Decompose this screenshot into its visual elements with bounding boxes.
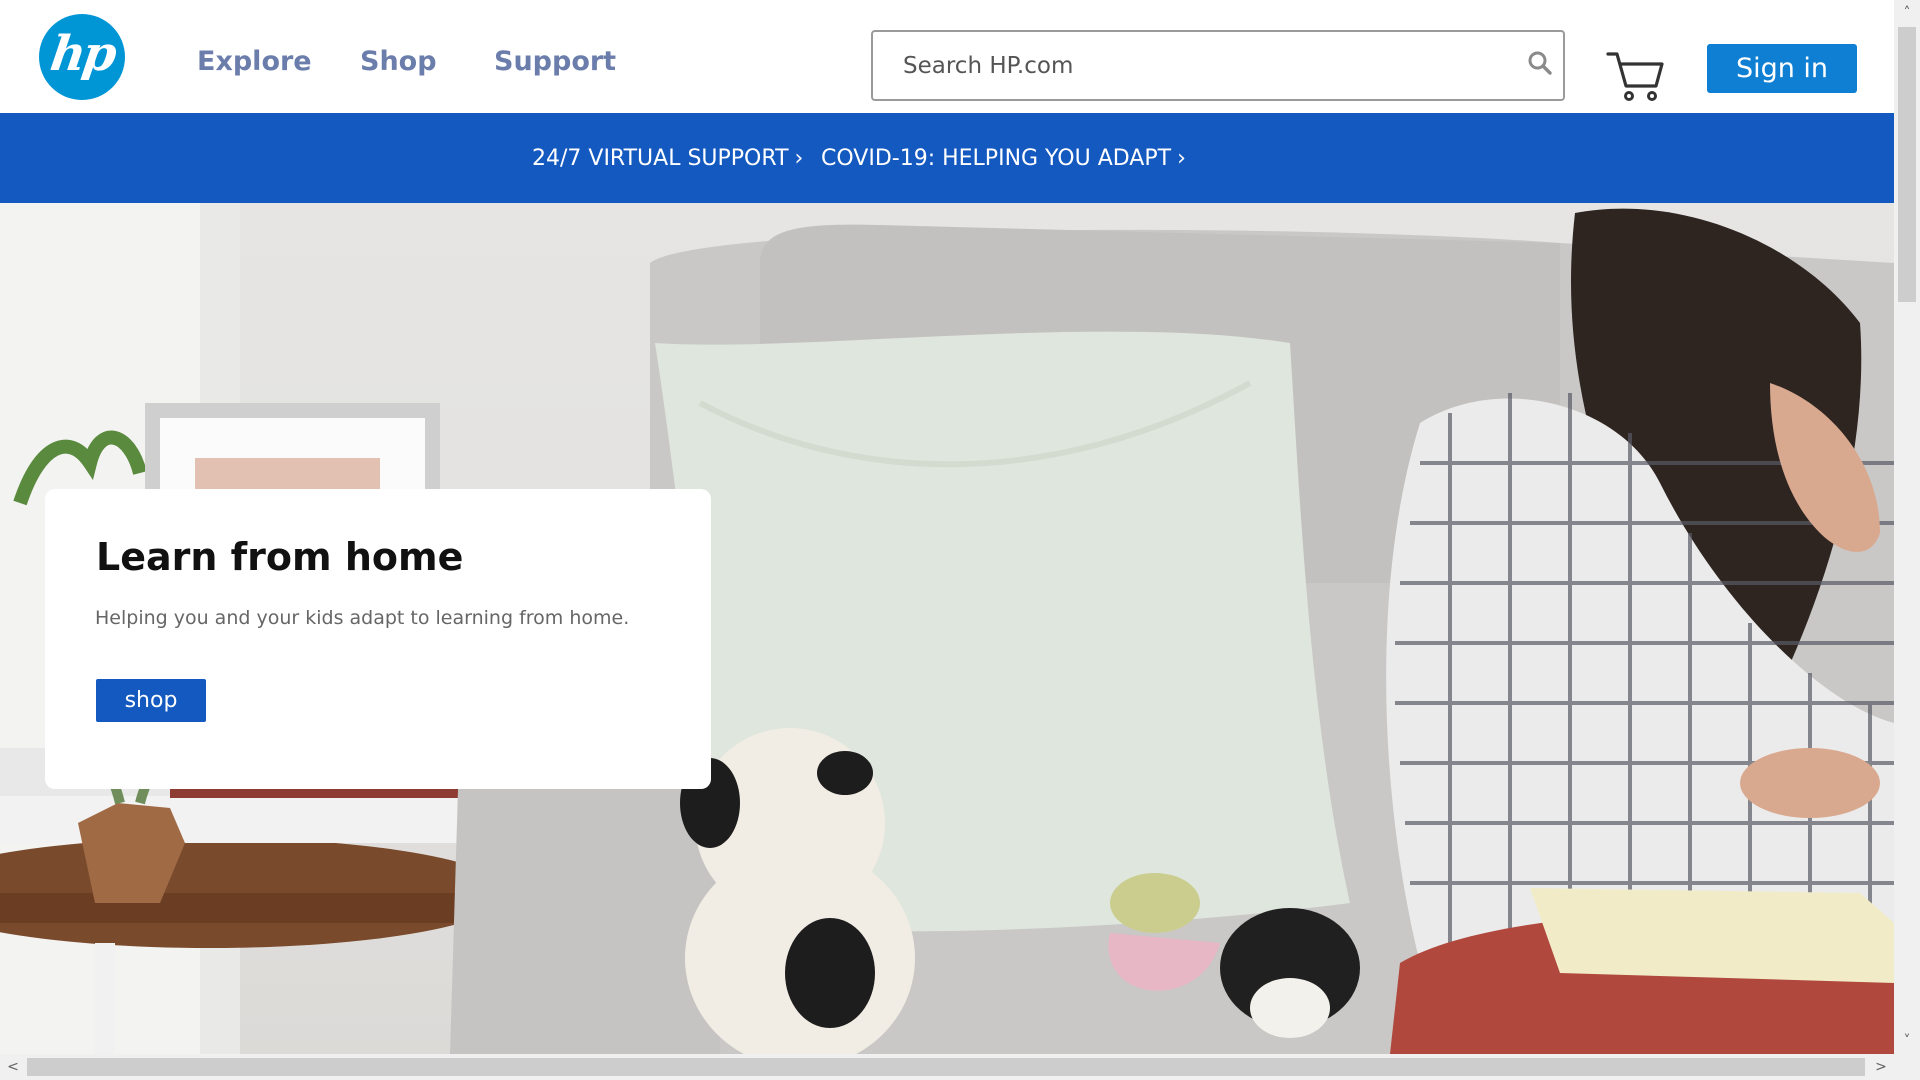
hero-banner: Learn from home Helping you and your kid… <box>0 203 1894 1054</box>
cart-icon[interactable] <box>1606 48 1666 104</box>
nav-support[interactable]: Support <box>494 46 616 77</box>
hero-title: Learn from home <box>96 535 464 579</box>
chevron-right-icon: › <box>794 146 804 171</box>
search-box <box>871 30 1565 101</box>
promo-bar: 24/7 VIRTUAL SUPPORT › COVID-19: HELPING … <box>0 113 1894 203</box>
scroll-left-arrow-icon[interactable]: < <box>0 1054 26 1080</box>
scroll-up-arrow-icon[interactable]: ˄ <box>1894 0 1920 26</box>
sign-in-button[interactable]: Sign in <box>1707 44 1857 93</box>
nav-shop[interactable]: Shop <box>360 46 437 77</box>
hp-logo[interactable]: hp <box>39 14 125 100</box>
promo-link-virtual-support[interactable]: 24/7 VIRTUAL SUPPORT › <box>532 146 803 171</box>
promo-link-covid[interactable]: COVID-19: HELPING YOU ADAPT › <box>821 146 1186 171</box>
hero-subtitle: Helping you and your kids adapt to learn… <box>95 607 630 629</box>
hero-card: Learn from home Helping you and your kid… <box>45 489 711 789</box>
hero-shop-button[interactable]: shop <box>96 679 206 722</box>
horizontal-scroll-thumb[interactable] <box>27 1058 1865 1076</box>
horizontal-scrollbar[interactable]: < > <box>0 1054 1920 1080</box>
scroll-down-arrow-icon[interactable]: ˅ <box>1894 1028 1920 1054</box>
search-icon[interactable] <box>1527 50 1553 76</box>
site-header: hp Explore Shop Support Sign in <box>0 0 1894 113</box>
promo-link-label: COVID-19: HELPING YOU ADAPT <box>821 146 1172 171</box>
browser-viewport: hp Explore Shop Support Sign in 24/7 VIR… <box>0 0 1894 1054</box>
scroll-right-arrow-icon[interactable]: > <box>1868 1054 1894 1080</box>
hp-logo-text: hp <box>46 26 118 82</box>
search-input[interactable] <box>901 32 1501 99</box>
vertical-scroll-thumb[interactable] <box>1898 27 1916 302</box>
promo-link-label: 24/7 VIRTUAL SUPPORT <box>532 146 789 171</box>
vertical-scrollbar[interactable]: ˄ ˅ <box>1894 0 1920 1054</box>
nav-explore[interactable]: Explore <box>197 46 312 77</box>
chevron-right-icon: › <box>1177 146 1186 171</box>
